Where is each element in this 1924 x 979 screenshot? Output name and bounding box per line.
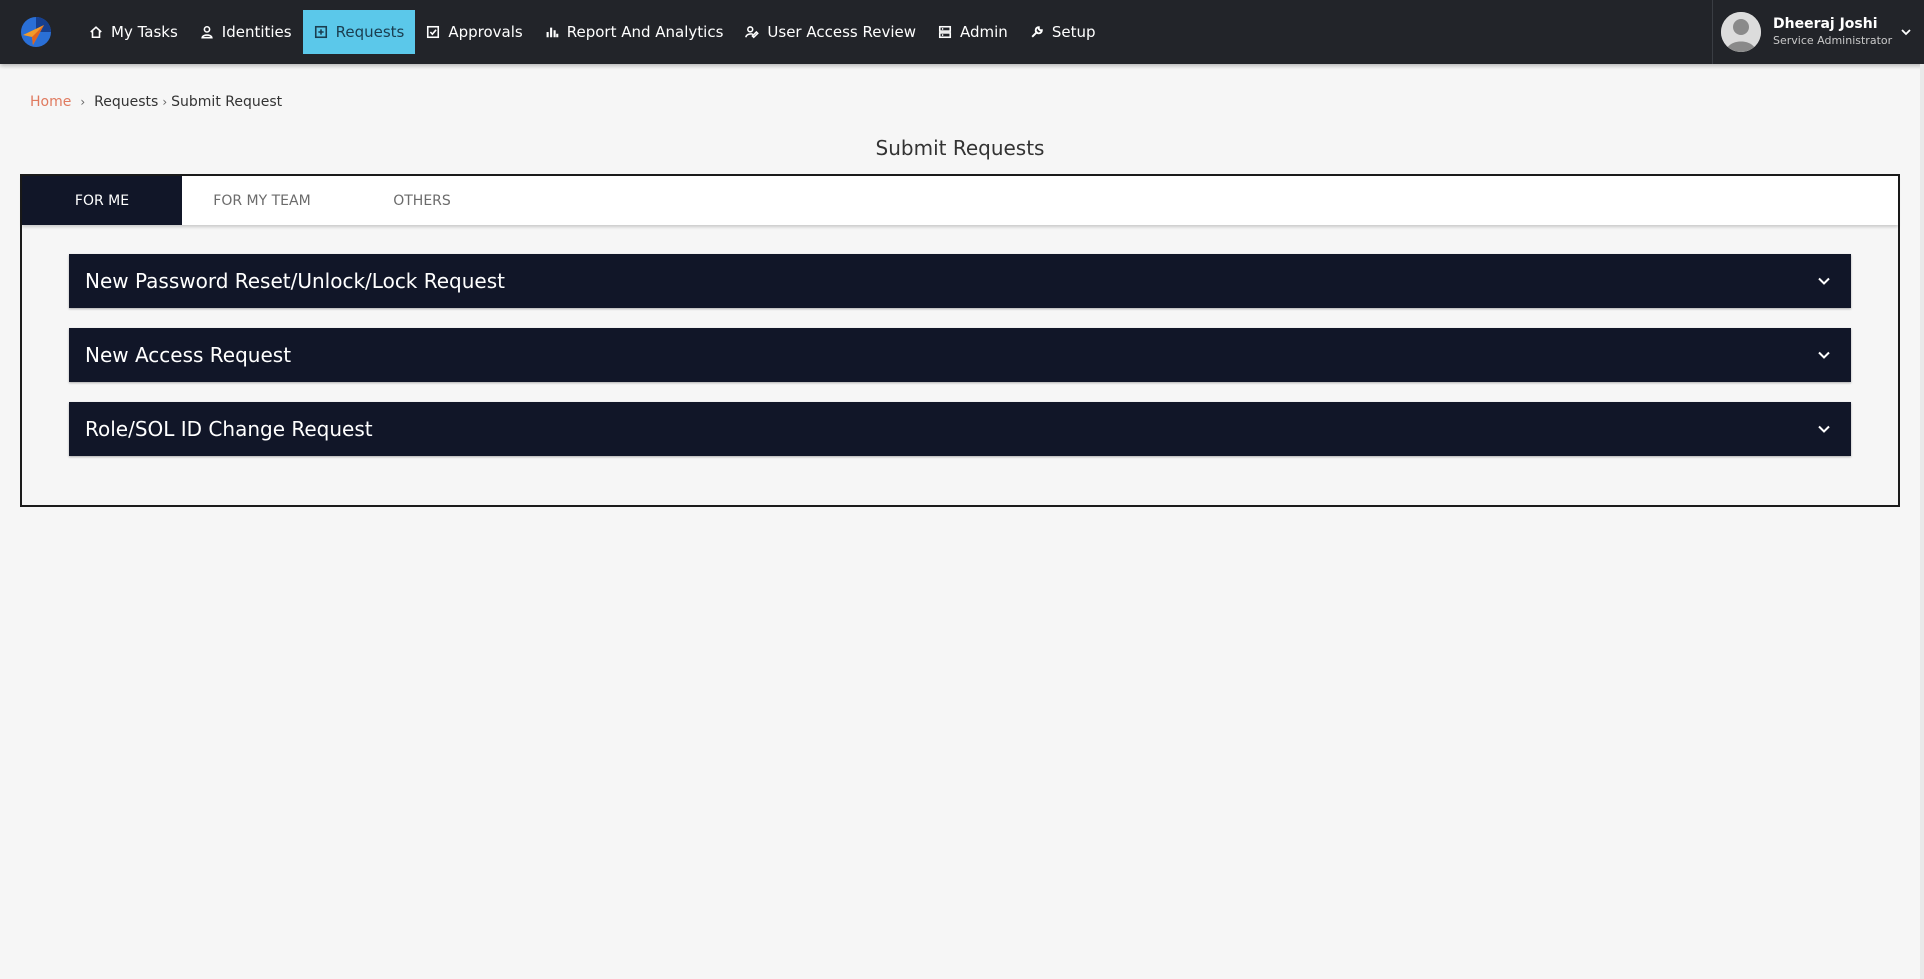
breadcrumb-separator: › — [162, 95, 167, 109]
accordion-new-access-request[interactable]: New Access Request — [69, 328, 1851, 382]
app-logo-icon[interactable] — [20, 16, 52, 48]
breadcrumb: Home › Requests › Submit Request — [30, 94, 282, 110]
nav-item-label: Approvals — [448, 23, 522, 41]
nav-item-approvals[interactable]: Approvals — [415, 10, 533, 54]
nav-item-my-tasks[interactable]: My Tasks — [78, 10, 189, 54]
nav-item-label: Setup — [1052, 23, 1096, 41]
accordion-role-sol-id-change-request[interactable]: Role/SOL ID Change Request — [69, 402, 1851, 456]
checkbox-icon — [426, 25, 440, 39]
nav-item-label: Admin — [960, 23, 1008, 41]
page-title: Submit Requests — [0, 136, 1920, 160]
server-icon — [938, 25, 952, 39]
accordion-title: New Password Reset/Unlock/Lock Request — [85, 269, 505, 293]
user-edit-icon — [745, 25, 759, 39]
user-name: Dheeraj Joshi — [1773, 15, 1892, 33]
nav-item-label: Report And Analytics — [567, 23, 724, 41]
page-scrollbar[interactable] — [1920, 64, 1924, 979]
chevron-down-icon — [1817, 275, 1831, 287]
accordion-title: New Access Request — [85, 343, 291, 367]
top-navigation-bar: My Tasks Identities Requests Approvals R… — [0, 0, 1924, 64]
breadcrumb-current: Submit Request — [171, 94, 282, 110]
person-icon — [200, 25, 214, 39]
nav-item-user-access-review[interactable]: User Access Review — [734, 10, 927, 54]
tab-others[interactable]: OTHERS — [342, 176, 502, 225]
nav-item-report-and-analytics[interactable]: Report And Analytics — [534, 10, 735, 54]
nav-item-label: User Access Review — [767, 23, 916, 41]
nav-item-setup[interactable]: Setup — [1019, 10, 1107, 54]
submit-requests-panel: FOR ME FOR MY TEAM OTHERS New Password R… — [20, 174, 1900, 507]
breadcrumb-separator: › — [80, 95, 85, 109]
user-menu[interactable]: Dheeraj Joshi Service Administrator — [1712, 0, 1924, 64]
breadcrumb-requests-link[interactable]: Requests — [94, 94, 158, 110]
request-tabs: FOR ME FOR MY TEAM OTHERS — [22, 176, 1898, 225]
plus-square-icon — [314, 25, 328, 39]
user-role: Service Administrator — [1773, 33, 1892, 49]
accordion-password-reset-request[interactable]: New Password Reset/Unlock/Lock Request — [69, 254, 1851, 308]
nav-item-requests[interactable]: Requests — [303, 10, 416, 54]
bar-chart-icon — [545, 25, 559, 39]
nav-item-label: Identities — [222, 23, 292, 41]
home-icon — [89, 25, 103, 39]
chevron-down-icon[interactable] — [1900, 26, 1912, 38]
nav-item-identities[interactable]: Identities — [189, 10, 303, 54]
chevron-down-icon — [1817, 423, 1831, 435]
avatar — [1721, 12, 1761, 52]
user-avatar-icon — [1721, 12, 1761, 52]
chevron-down-icon — [1817, 349, 1831, 361]
tab-for-my-team[interactable]: FOR MY TEAM — [182, 176, 342, 225]
accordion-title: Role/SOL ID Change Request — [85, 417, 373, 441]
nav-item-label: Requests — [336, 23, 405, 41]
breadcrumb-home-link[interactable]: Home — [30, 94, 71, 110]
nav-item-label: My Tasks — [111, 23, 178, 41]
tab-for-me[interactable]: FOR ME — [22, 176, 182, 225]
nav-item-admin[interactable]: Admin — [927, 10, 1019, 54]
wrench-icon — [1030, 25, 1044, 39]
main-nav: My Tasks Identities Requests Approvals R… — [78, 10, 1106, 54]
